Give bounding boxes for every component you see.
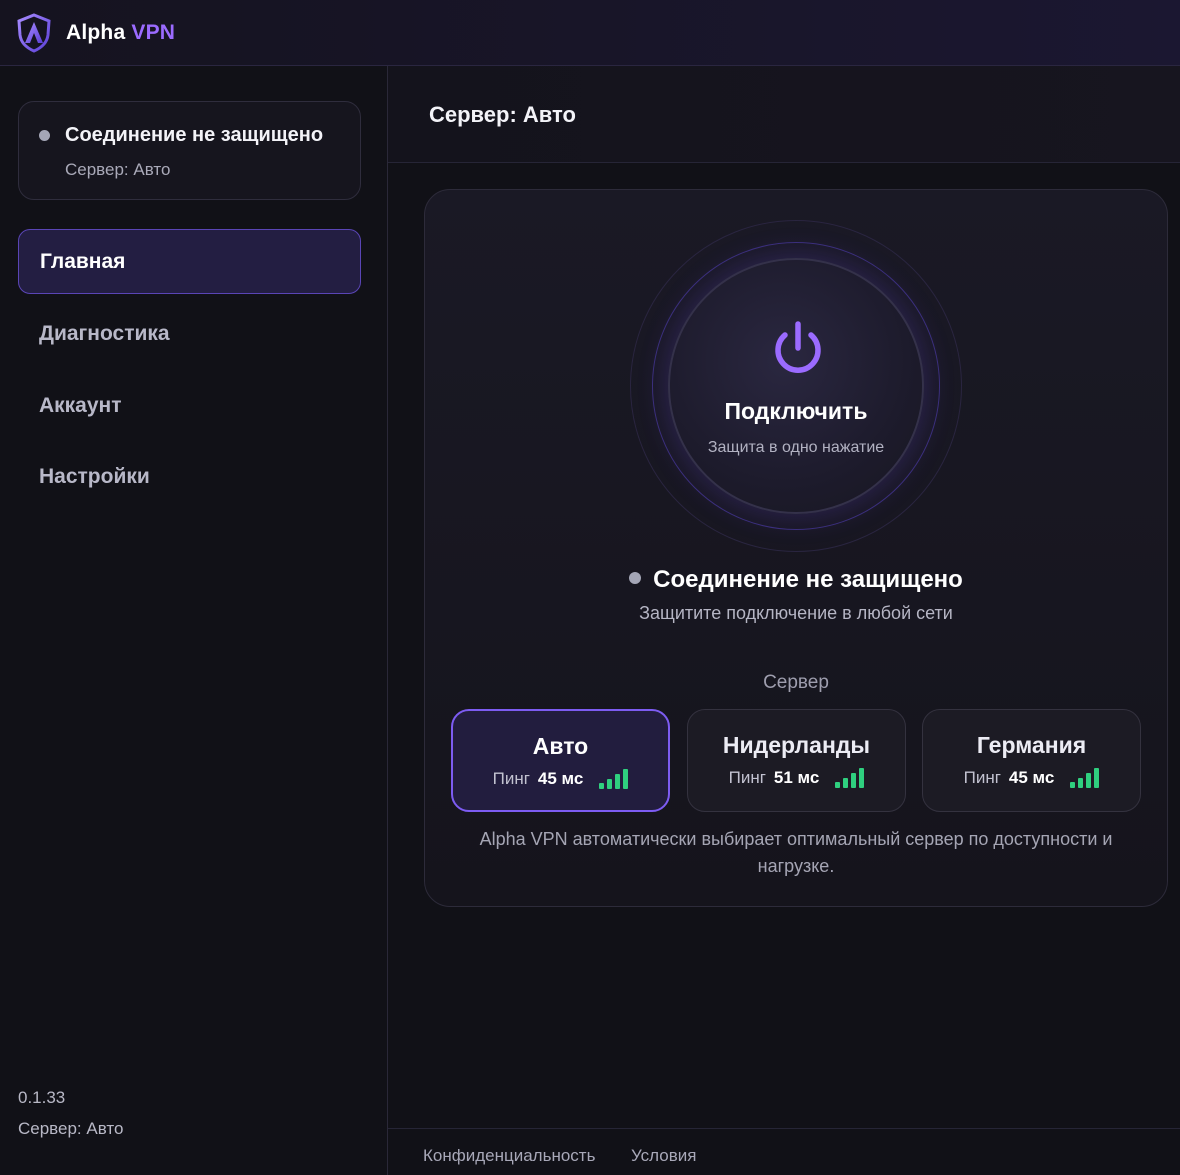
connection-status-card: Соединение не защищено Сервер: Авто (18, 101, 361, 200)
server-ping: Пинг 45 мс (923, 768, 1140, 788)
sidebar-item-account[interactable]: Аккаунт (18, 373, 361, 438)
server-ping: Пинг 51 мс (688, 768, 905, 788)
terms-link[interactable]: Условия (631, 1146, 696, 1166)
ping-label: Пинг (492, 769, 530, 788)
power-icon (775, 321, 821, 373)
sidebar-item-diagnostics[interactable]: Диагностика (18, 301, 361, 366)
server-name: Авто (532, 733, 589, 759)
server-option-germany[interactable]: Германия Пинг 45 мс (922, 709, 1141, 812)
shield-logo-icon (17, 12, 51, 53)
server-option-netherlands[interactable]: Нидерланды Пинг 51 мс (687, 709, 906, 812)
connection-hint: Защитите подключение в любой сети (639, 603, 953, 623)
app-version: 0.1.33 (18, 1088, 66, 1107)
connection-status-text: Соединение не защищено (653, 566, 963, 593)
connect-label: Подключить (724, 398, 868, 424)
app-name-accent: VPN (131, 20, 176, 44)
ping-value: 45 мс (537, 769, 584, 788)
server-name: Германия (976, 732, 1087, 758)
app-name: Alpha VPN (66, 21, 175, 45)
ping-value: 51 мс (773, 768, 820, 787)
signal-strength-icon (835, 768, 865, 788)
sidebar-item-home[interactable]: Главная (18, 229, 361, 294)
title-bar: Alpha VPN (0, 0, 1180, 66)
server-name: Нидерланды (722, 732, 871, 758)
signal-strength-icon (599, 769, 629, 789)
ping-label: Пинг (728, 768, 766, 787)
footer: Конфиденциальность Условия (388, 1128, 1180, 1175)
server-note: Alpha VPN автоматически выбирает оптимал… (479, 829, 1113, 876)
sidebar-item-settings[interactable]: Настройки (18, 444, 361, 509)
main-header: Сервер: Авто (388, 66, 1180, 163)
server-ping: Пинг 45 мс (453, 769, 668, 789)
sidebar-item-label: Аккаунт (39, 393, 122, 417)
sidebar-item-label: Настройки (39, 464, 150, 488)
signal-strength-icon (1070, 768, 1100, 788)
ping-value: 45 мс (1008, 768, 1055, 787)
sidebar-item-label: Главная (40, 249, 126, 273)
connect-subtitle: Защита в одно нажатие (707, 439, 885, 456)
status-dot-icon (39, 130, 50, 141)
server-option-auto[interactable]: Авто Пинг 45 мс (451, 709, 670, 812)
connect-card: Подключить Защита в одно нажатие Соедине… (424, 189, 1168, 907)
sidebar: Соединение не защищено Сервер: Авто Глав… (0, 66, 388, 1175)
connection-status-server: Сервер: Авто (65, 160, 171, 179)
server-section-label: Сервер (763, 672, 829, 693)
sidebar-server: Сервер: Авто (18, 1119, 124, 1138)
page-title: Сервер: Авто (429, 102, 576, 127)
main-panel: Сервер: Авто Подключить Защита в одно на… (388, 66, 1180, 1175)
connection-status: Соединение не защищено (425, 566, 1167, 594)
sidebar-item-label: Диагностика (39, 321, 170, 345)
ping-label: Пинг (963, 768, 1001, 787)
connection-status-title: Соединение не защищено (65, 124, 324, 146)
app-name-main: Alpha (66, 20, 126, 44)
connect-button[interactable]: Подключить Защита в одно нажатие (668, 258, 924, 514)
status-dot-icon (629, 572, 642, 584)
privacy-link[interactable]: Конфиденциальность (423, 1146, 595, 1166)
